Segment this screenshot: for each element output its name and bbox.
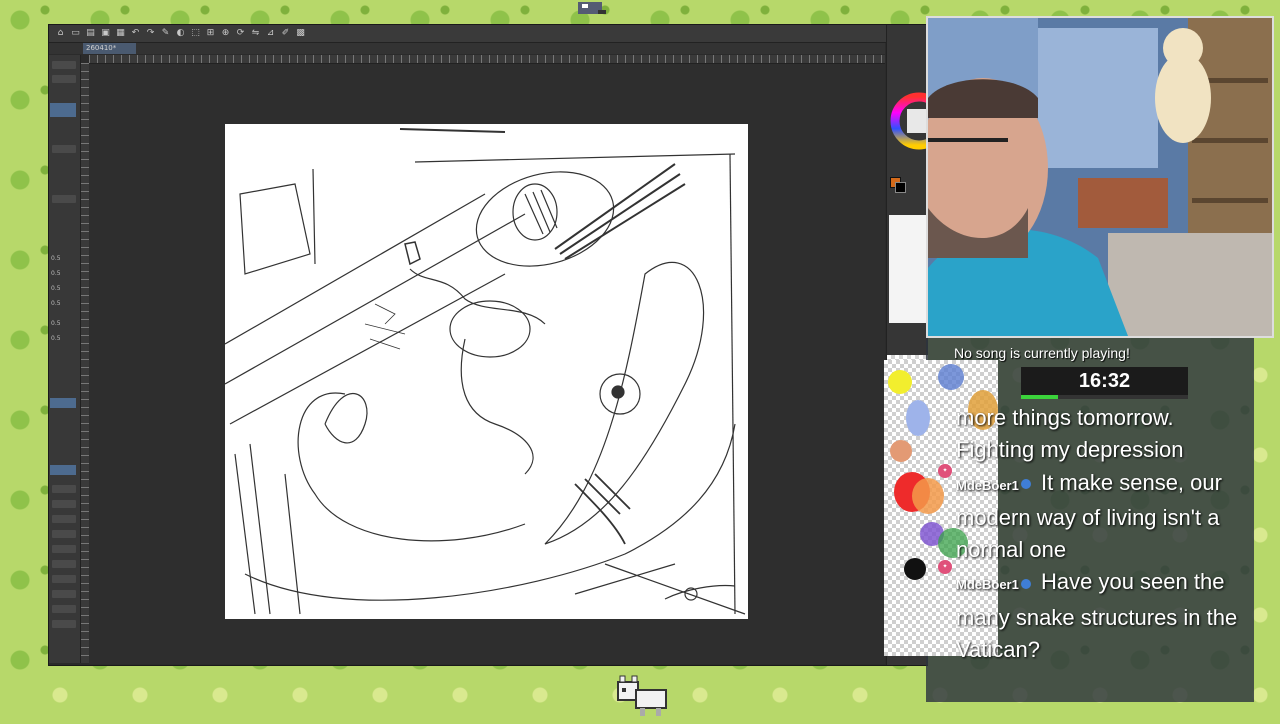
brush-size-row[interactable]: 0.5: [51, 335, 77, 342]
subtool-item[interactable]: [52, 605, 76, 613]
panel-icon[interactable]: [52, 145, 76, 153]
panel-icon[interactable]: [52, 75, 76, 83]
subtool-item[interactable]: [52, 530, 76, 538]
brush-size-row[interactable]: 0.5: [51, 270, 77, 277]
now-playing-text: No song is currently playing!: [954, 345, 1130, 361]
paint-blob-peach: [912, 478, 944, 514]
subtool-item[interactable]: [52, 575, 76, 583]
subscriber-badge: ✦: [938, 464, 952, 478]
verified-badge-icon: [1020, 478, 1031, 489]
open-icon[interactable]: ▤: [85, 28, 96, 39]
subtool-item[interactable]: [52, 500, 76, 508]
subtool-item[interactable]: [52, 515, 76, 523]
timer-progress-fill: [1021, 395, 1058, 399]
color-wheel[interactable]: [889, 73, 948, 173]
stream-timer: 16:32: [1021, 367, 1188, 395]
chat-username: MdeBoer1: [956, 577, 1019, 593]
toolbar: ⌂ ▭ ▤ ▣ ▦ ↶ ↷ ✎ ◐ ⬚ ⊞ ⊕ ⟳ ⇋ ⊿ ✐ ▩: [49, 25, 927, 43]
subtool-item[interactable]: [52, 620, 76, 628]
brush-size-row[interactable]: 0.5: [51, 320, 77, 327]
vertical-ruler: [81, 63, 89, 663]
chat-message: MdeBoer1 Have you seen the many snake st…: [956, 566, 1246, 666]
chat-username: MdeBoer1: [956, 477, 1019, 493]
save-icon[interactable]: ▣: [100, 28, 111, 39]
chat-message-text: more things tomorrow. Fighting my depres…: [956, 405, 1184, 463]
sketch-canvas[interactable]: [224, 124, 748, 619]
document-tab[interactable]: 260410*: [83, 43, 137, 54]
fill-icon[interactable]: ▩: [295, 28, 306, 39]
rotate-icon[interactable]: ⟳: [235, 28, 246, 39]
chat-message: MdeBoer1 It make sense, our modern way o…: [956, 467, 1246, 567]
webcam-feed: [926, 16, 1274, 338]
subscriber-badge: ✦: [938, 560, 952, 574]
select-icon[interactable]: ⬚: [190, 28, 201, 39]
brush-size-row[interactable]: 0.5: [51, 300, 77, 307]
tool-property-panel: 0.5 0.5 0.5 0.5 0.5 0.5: [49, 55, 81, 663]
home-icon[interactable]: ⌂: [55, 28, 66, 39]
new-icon[interactable]: ▭: [70, 28, 81, 39]
timer-progress-bar: [1021, 395, 1188, 399]
selected-tool-slot[interactable]: [50, 103, 76, 117]
panel-icon[interactable]: [52, 195, 76, 203]
transform-icon[interactable]: ⊞: [205, 28, 216, 39]
chat-message: more things tomorrow. Fighting my depres…: [956, 402, 1246, 467]
subtool-item[interactable]: [52, 560, 76, 568]
eraser-icon[interactable]: ◐: [175, 28, 186, 39]
zoom-icon[interactable]: ⊕: [220, 28, 231, 39]
pen-icon[interactable]: ✐: [280, 28, 291, 39]
paint-blob-blue: [938, 364, 964, 390]
drawing-app-window: ⌂ ▭ ▤ ▣ ▦ ↶ ↷ ✎ ◐ ⬚ ⊞ ⊕ ⟳ ⇋ ⊿ ✐ ▩ 260410…: [48, 24, 948, 666]
subtool-item[interactable]: [52, 545, 76, 553]
paint-blob-yellow: [888, 370, 912, 394]
selected-brush-slot[interactable]: [50, 398, 76, 408]
paint-blob-salmon: [890, 440, 912, 462]
horizontal-ruler: [89, 55, 885, 64]
ruler-icon[interactable]: ⊿: [265, 28, 276, 39]
flip-icon[interactable]: ⇋: [250, 28, 261, 39]
document-tab-bar: 260410*: [49, 43, 885, 54]
brush-size-row[interactable]: 0.5: [51, 255, 77, 262]
redo-icon[interactable]: ↷: [145, 28, 156, 39]
background-color-swatch[interactable]: [895, 182, 906, 193]
verified-badge-icon: [1020, 578, 1031, 589]
chat-feed: more things tomorrow. Fighting my depres…: [956, 402, 1246, 666]
panel-icon[interactable]: [52, 61, 76, 69]
undo-icon[interactable]: ↶: [130, 28, 141, 39]
navigator-thumbnail[interactable]: [889, 215, 927, 323]
canvas-area[interactable]: [89, 64, 885, 664]
brush-icon[interactable]: ✎: [160, 28, 171, 39]
subtool-item[interactable]: [52, 485, 76, 493]
paint-blob-black: [904, 558, 926, 580]
print-icon[interactable]: ▦: [115, 28, 126, 39]
selected-subtool-slot[interactable]: [50, 465, 76, 475]
pixel-bird-sprite: [572, 0, 612, 18]
pixel-cat-sprite: [610, 668, 674, 720]
subtool-item[interactable]: [52, 590, 76, 598]
paint-blob-lilac: [906, 400, 930, 436]
brush-size-row[interactable]: 0.5: [51, 285, 77, 292]
